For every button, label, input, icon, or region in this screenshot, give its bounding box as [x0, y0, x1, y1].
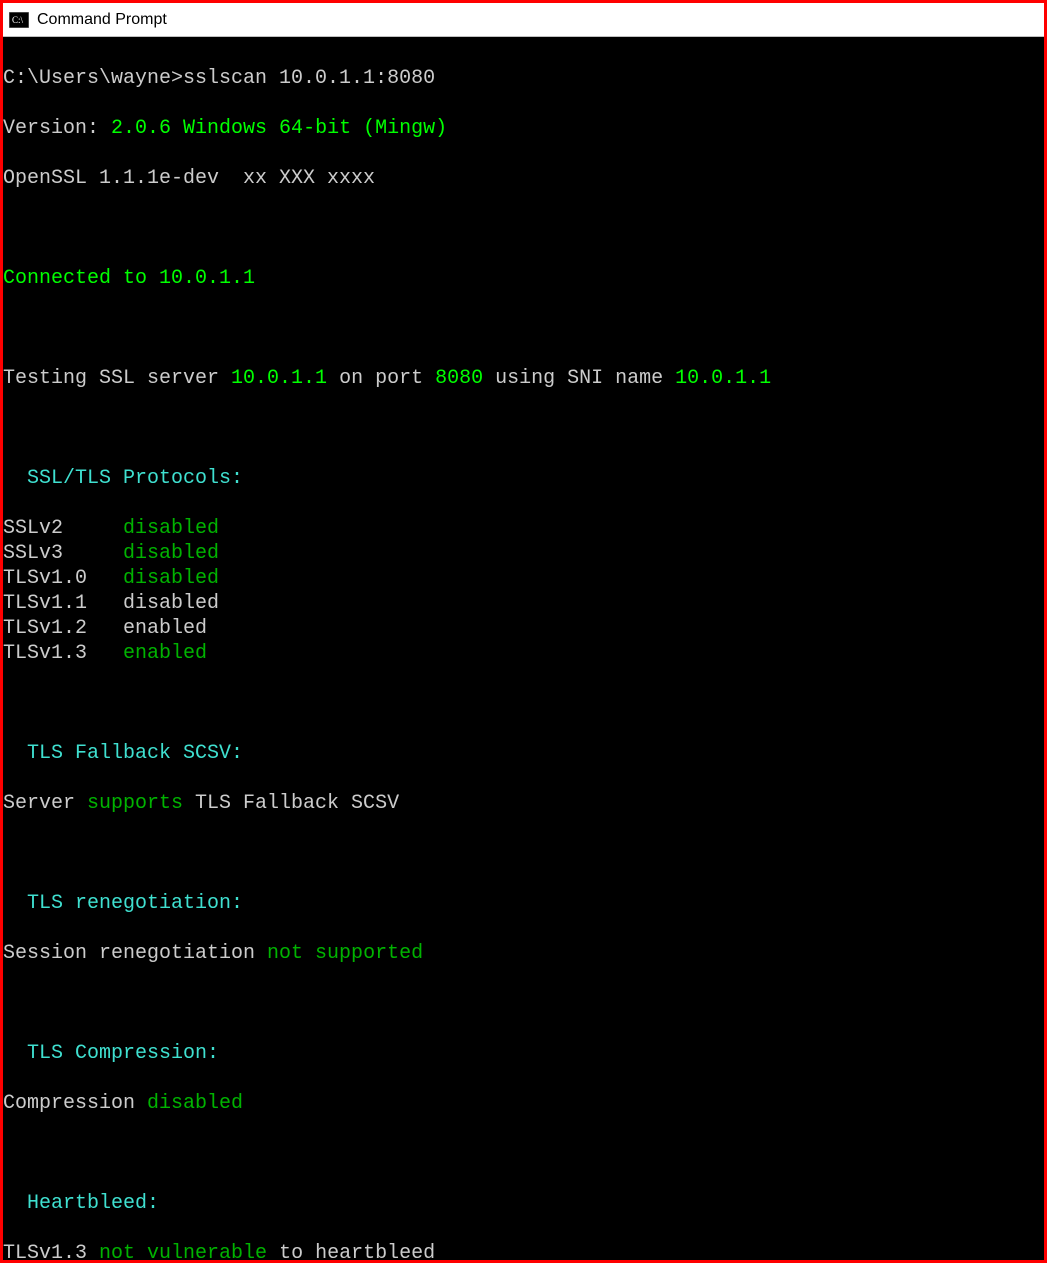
- prompt-line: C:\Users\wayne>sslscan 10.0.1.1:8080: [3, 66, 1044, 91]
- version-value: 2.0.6 Windows 64-bit (Mingw): [111, 117, 447, 140]
- heading-compress: TLS Compression:: [3, 1041, 1044, 1066]
- protocol-state: disabled: [123, 517, 219, 540]
- heartbleed-row: TLSv1.3 not vulnerable to heartbleed: [3, 1241, 1044, 1260]
- testing-sni: 10.0.1.1: [675, 367, 771, 390]
- protocol-name: TLSv1.1: [3, 592, 87, 615]
- protocol-state: disabled: [123, 592, 219, 615]
- terminal-output[interactable]: C:\Users\wayne>sslscan 10.0.1.1:8080 Ver…: [3, 37, 1044, 1260]
- openssl-line: OpenSSL 1.1.1e-dev xx XXX xxxx: [3, 166, 1044, 191]
- protocol-state: disabled: [123, 542, 219, 565]
- protocol-row: TLSv1.1 disabled: [3, 591, 1044, 616]
- heading-protocols: SSL/TLS Protocols:: [3, 466, 1044, 491]
- svg-text:C:\: C:\: [12, 15, 24, 25]
- window-titlebar[interactable]: C:\ Command Prompt: [3, 3, 1044, 37]
- heartbleed-status: not vulnerable: [99, 1242, 267, 1260]
- cmd-icon: C:\: [9, 11, 29, 29]
- prompt-path: C:\Users\wayne>: [3, 67, 183, 90]
- connected-line: Connected to 10.0.1.1: [3, 266, 1044, 291]
- connected-host: 10.0.1.1: [159, 267, 255, 290]
- prompt-cmd: sslscan 10.0.1.1:8080: [183, 67, 435, 90]
- protocol-name: SSLv3: [3, 542, 63, 565]
- reneg-value: not supported: [267, 942, 423, 965]
- protocol-row: TLSv1.3 enabled: [3, 641, 1044, 666]
- compress-value: disabled: [147, 1092, 243, 1115]
- reneg-line: Session renegotiation not supported: [3, 941, 1044, 966]
- testing-line: Testing SSL server 10.0.1.1 on port 8080…: [3, 366, 1044, 391]
- protocol-name: TLSv1.0: [3, 567, 87, 590]
- testing-port: 8080: [435, 367, 483, 390]
- protocol-name: TLSv1.3: [3, 642, 87, 665]
- version-label: Version:: [3, 117, 99, 140]
- protocol-state: enabled: [123, 642, 207, 665]
- protocol-name: SSLv2: [3, 517, 63, 540]
- compress-line: Compression disabled: [3, 1091, 1044, 1116]
- protocol-row: TLSv1.2 enabled: [3, 616, 1044, 641]
- window-title: Command Prompt: [37, 11, 167, 29]
- version-line: Version: 2.0.6 Windows 64-bit (Mingw): [3, 116, 1044, 141]
- protocol-name: TLSv1.2: [3, 617, 87, 640]
- heading-heartbleed: Heartbleed:: [3, 1191, 1044, 1216]
- heading-fallback: TLS Fallback SCSV:: [3, 741, 1044, 766]
- heading-reneg: TLS renegotiation:: [3, 891, 1044, 916]
- protocol-row: SSLv2 disabled: [3, 516, 1044, 541]
- protocol-row: SSLv3 disabled: [3, 541, 1044, 566]
- protocol-row: TLSv1.0 disabled: [3, 566, 1044, 591]
- heartbleed-tls: TLSv1.3: [3, 1242, 87, 1260]
- protocol-state: enabled: [123, 617, 207, 640]
- fallback-line: Server supports TLS Fallback SCSV: [3, 791, 1044, 816]
- fallback-supports: supports: [87, 792, 183, 815]
- testing-host: 10.0.1.1: [231, 367, 327, 390]
- protocol-state: disabled: [123, 567, 219, 590]
